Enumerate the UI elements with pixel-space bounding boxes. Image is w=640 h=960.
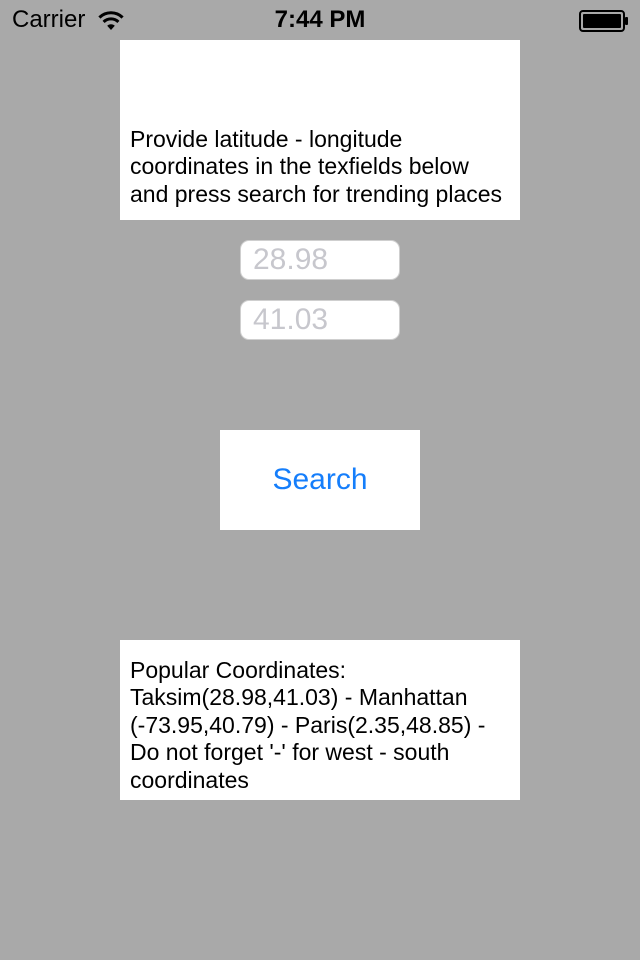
popular-coordinates-text: Popular Coordinates: Taksim(28.98,41.03)… bbox=[130, 656, 486, 793]
latitude-field[interactable] bbox=[240, 240, 400, 280]
status-time: 7:44 PM bbox=[274, 6, 366, 33]
longitude-field[interactable] bbox=[240, 300, 400, 340]
instructions-text: Provide latitude - longitude coordinates… bbox=[130, 125, 503, 207]
status-bar: Carrier 7:44 PM bbox=[0, 0, 640, 40]
search-button[interactable]: Search bbox=[220, 430, 420, 530]
popular-coordinates-box: Popular Coordinates: Taksim(28.98,41.03)… bbox=[120, 640, 520, 800]
battery-icon bbox=[579, 10, 629, 32]
instructions-box: Provide latitude - longitude coordinates… bbox=[120, 40, 520, 220]
